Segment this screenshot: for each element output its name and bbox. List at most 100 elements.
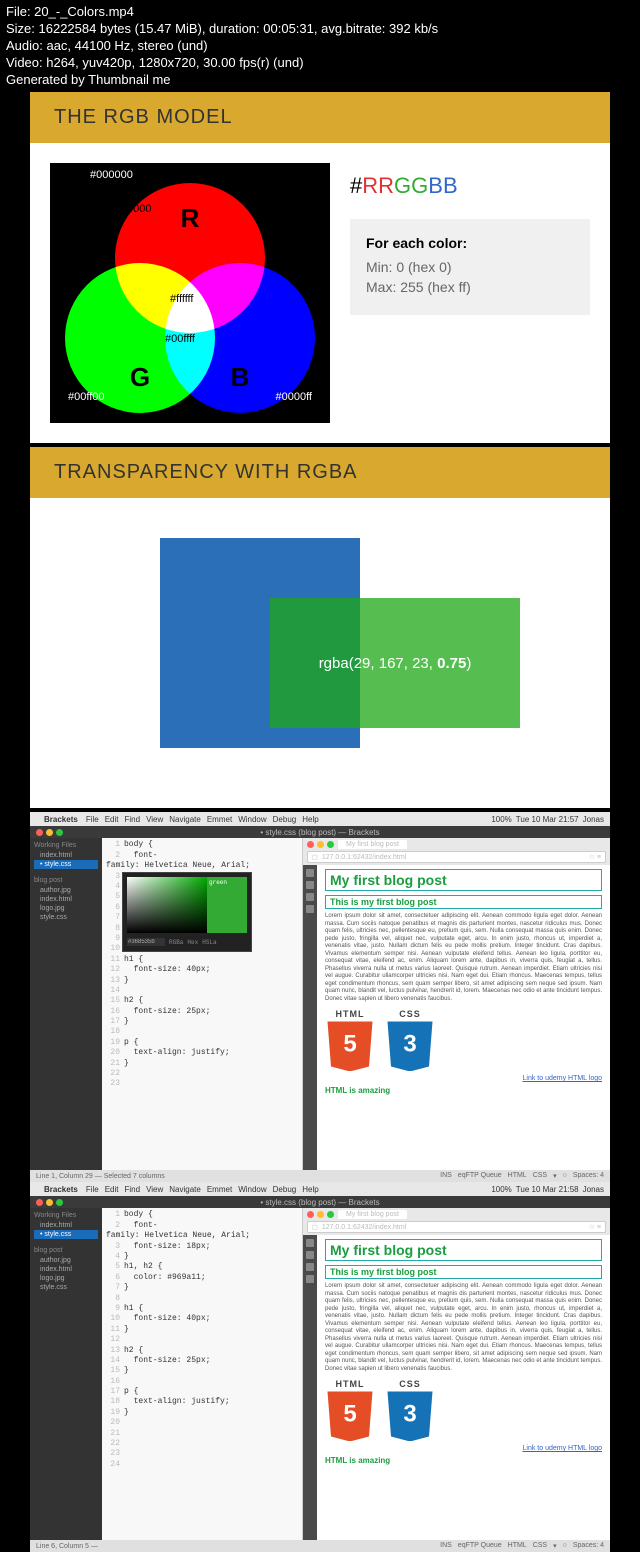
file-item[interactable]: author.jpg bbox=[34, 886, 98, 895]
app-name[interactable]: Brackets bbox=[44, 1185, 78, 1194]
menu-item[interactable]: File bbox=[86, 815, 99, 824]
slide-title: THE RGB MODEL bbox=[30, 92, 610, 143]
rgba-text: rgba(29, 167, 23, 0.75) bbox=[319, 655, 472, 672]
html5-logo: HTML 5 bbox=[325, 1379, 375, 1441]
file-item[interactable]: author.jpg bbox=[34, 1256, 98, 1265]
color-range-box: For each color: Min: 0 (hex 0) Max: 255 … bbox=[350, 219, 590, 315]
status-item[interactable]: ▾ bbox=[553, 1172, 557, 1180]
hex-label: #ffffff bbox=[170, 293, 193, 305]
ext-icon[interactable] bbox=[306, 869, 314, 877]
page-h3: HTML is amazing bbox=[325, 1086, 602, 1095]
ext-icon[interactable] bbox=[306, 905, 314, 913]
hex-label: #00ffff bbox=[165, 333, 195, 345]
menu-item[interactable]: Emmet bbox=[207, 815, 232, 824]
user[interactable]: Jonas bbox=[583, 1185, 604, 1194]
status-item[interactable]: eqFTP Queue bbox=[458, 1172, 502, 1180]
page-link[interactable]: Link to udemy HTML logo bbox=[325, 1075, 602, 1082]
menu-item[interactable]: Find bbox=[125, 815, 141, 824]
window-title: • style.css (blog post) — Brackets bbox=[30, 826, 610, 838]
ext-icon[interactable] bbox=[306, 881, 314, 889]
menu-item[interactable]: Find bbox=[125, 1185, 141, 1194]
browser-tab[interactable]: My first blog post bbox=[338, 1210, 407, 1219]
page-link[interactable]: Link to udemy HTML logo bbox=[325, 1445, 602, 1452]
app-name[interactable]: Brackets bbox=[44, 815, 78, 824]
browser-tab[interactable]: My first blog post bbox=[338, 840, 407, 849]
hex-input[interactable] bbox=[127, 938, 165, 946]
ext-icon[interactable] bbox=[306, 1263, 314, 1271]
meta-audio: Audio: aac, 44100 Hz, stereo (und) bbox=[6, 38, 634, 55]
menu-item[interactable]: Emmet bbox=[207, 1185, 232, 1194]
clock[interactable]: Tue 10 Mar 21:57 bbox=[516, 815, 579, 824]
meta-gen: Generated by Thumbnail me bbox=[6, 72, 634, 89]
status-item[interactable]: Spaces: 4 bbox=[573, 1542, 604, 1550]
menu-item[interactable]: Debug bbox=[273, 815, 297, 824]
window-controls[interactable] bbox=[36, 1199, 63, 1206]
ext-icon[interactable] bbox=[306, 1239, 314, 1247]
status-item[interactable]: ○ bbox=[563, 1172, 567, 1180]
menu-item[interactable]: Navigate bbox=[169, 815, 201, 824]
menu-item[interactable]: Window bbox=[238, 815, 266, 824]
menu-item[interactable]: Help bbox=[302, 1185, 318, 1194]
live-preview: My first blog post ◻127.0.0.1:62432/inde… bbox=[302, 1208, 610, 1540]
ext-icon[interactable] bbox=[306, 1251, 314, 1259]
html5-logo: HTML 5 bbox=[325, 1009, 375, 1071]
menu-item[interactable]: Edit bbox=[105, 1185, 119, 1194]
file-item[interactable]: logo.jpg bbox=[34, 1274, 98, 1283]
file-item[interactable]: • style.css bbox=[34, 860, 98, 869]
file-item[interactable]: index.html bbox=[34, 1221, 98, 1230]
hex-label: #000000 bbox=[90, 169, 133, 181]
file-item[interactable]: logo.jpg bbox=[34, 904, 98, 913]
window-controls[interactable] bbox=[36, 829, 63, 836]
color-gradient[interactable] bbox=[127, 877, 207, 933]
color-swatch[interactable]: green bbox=[207, 877, 247, 933]
menu-item[interactable]: Navigate bbox=[169, 1185, 201, 1194]
browser-sidebar bbox=[303, 865, 317, 1170]
ext-icon[interactable] bbox=[306, 1275, 314, 1283]
page-h1: My first blog post bbox=[325, 1239, 602, 1261]
code-editor[interactable]: 1body {2 font-family: Helvetica Neue, Ar… bbox=[102, 1208, 302, 1540]
status-bar: Line 6, Column 5 — INSeqFTP QueueHTMLCSS… bbox=[30, 1540, 610, 1552]
status-item[interactable]: Spaces: 4 bbox=[573, 1172, 604, 1180]
hex-format: #RRGGBB bbox=[350, 173, 590, 199]
file-item[interactable]: index.html bbox=[34, 1265, 98, 1274]
address-bar[interactable]: ◻127.0.0.1:62432/index.html☆ ≡ bbox=[307, 1221, 606, 1233]
file-item[interactable]: index.html bbox=[34, 851, 98, 860]
status-item[interactable]: eqFTP Queue bbox=[458, 1542, 502, 1550]
status-item[interactable]: CSS bbox=[533, 1172, 547, 1180]
page-h3: HTML is amazing bbox=[325, 1456, 602, 1465]
status-item[interactable]: HTML bbox=[508, 1542, 527, 1550]
meta-file: File: 20_-_Colors.mp4 bbox=[6, 4, 634, 21]
clock[interactable]: Tue 10 Mar 21:58 bbox=[516, 1185, 579, 1194]
address-bar[interactable]: ◻127.0.0.1:62432/index.html☆ ≡ bbox=[307, 851, 606, 863]
file-sidebar[interactable]: Working Files index.html • style.css blo… bbox=[30, 838, 102, 1170]
status-item[interactable]: ○ bbox=[563, 1542, 567, 1550]
file-item[interactable]: style.css bbox=[34, 1283, 98, 1292]
file-item[interactable]: • style.css bbox=[34, 1230, 98, 1239]
menu-item[interactable]: View bbox=[146, 1185, 163, 1194]
code-editor[interactable]: 1body {2 font-family: Helvetica Neue, Ar… bbox=[102, 838, 302, 1170]
menu-item[interactable]: View bbox=[146, 815, 163, 824]
css3-logo: CSS 3 bbox=[385, 1379, 435, 1441]
menu-item[interactable]: File bbox=[86, 1185, 99, 1194]
video-metadata: File: 20_-_Colors.mp4 Size: 16222584 byt… bbox=[0, 0, 640, 92]
battery[interactable]: 100% bbox=[491, 815, 511, 824]
menu-item[interactable]: Help bbox=[302, 815, 318, 824]
ide-screenshot-1: Brackets File Edit Find View Navigate Emmet Wi… bbox=[30, 812, 610, 1182]
battery[interactable]: 100% bbox=[491, 1185, 511, 1194]
file-item[interactable]: index.html bbox=[34, 895, 98, 904]
status-item[interactable]: ▾ bbox=[553, 1542, 557, 1550]
page-h2: This is my first blog post bbox=[325, 1265, 602, 1279]
menu-item[interactable]: Edit bbox=[105, 815, 119, 824]
user[interactable]: Jonas bbox=[583, 815, 604, 824]
file-item[interactable]: style.css bbox=[34, 913, 98, 922]
menu-item[interactable]: Debug bbox=[273, 1185, 297, 1194]
status-item[interactable]: INS bbox=[440, 1172, 452, 1180]
status-item[interactable]: INS bbox=[440, 1542, 452, 1550]
color-picker[interactable]: green RGBa Hex HSLa bbox=[122, 872, 252, 952]
menu-item[interactable]: Window bbox=[238, 1185, 266, 1194]
ext-icon[interactable] bbox=[306, 893, 314, 901]
hex-label: #ff0000 bbox=[115, 203, 152, 215]
status-item[interactable]: CSS bbox=[533, 1542, 547, 1550]
status-item[interactable]: HTML bbox=[508, 1172, 527, 1180]
file-sidebar[interactable]: Working Files index.html • style.css blo… bbox=[30, 1208, 102, 1540]
